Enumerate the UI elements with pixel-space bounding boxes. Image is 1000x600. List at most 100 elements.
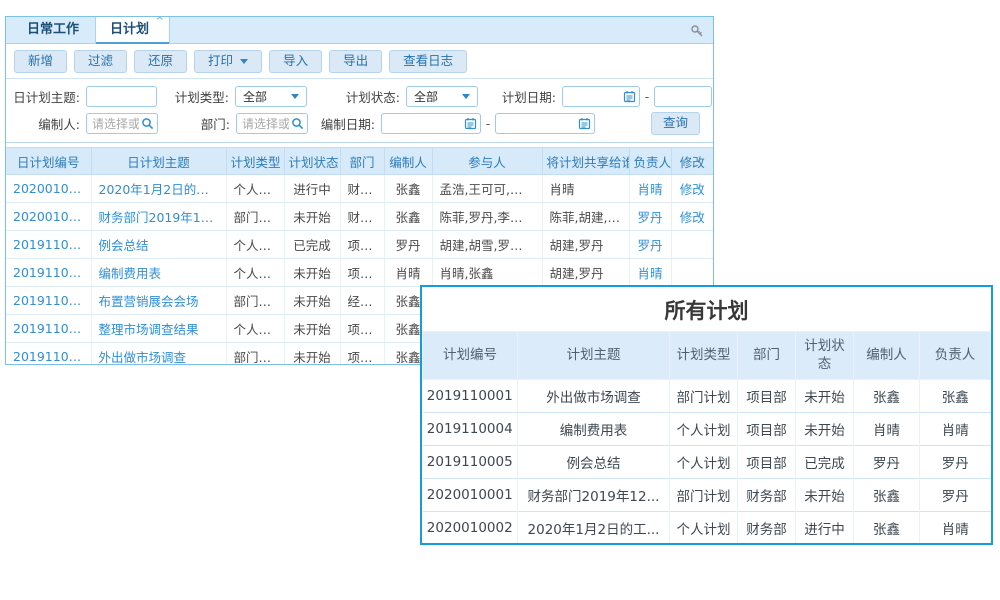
- cell-plan-id: 2019110004: [423, 413, 518, 446]
- cell-owner-link[interactable]: 罗丹: [629, 203, 671, 231]
- cell-plan-type: 个人计划: [226, 231, 284, 259]
- column-header-creator: 编制人: [384, 148, 432, 175]
- plan-status-select[interactable]: 全部: [406, 86, 478, 107]
- table-header-row: 计划编号 计划主题 计划类型 部门 计划状态 编制人 负责人: [423, 332, 991, 380]
- column-header-plan-type: 计划类型: [226, 148, 284, 175]
- import-button[interactable]: 导入: [269, 50, 322, 73]
- cell-plan-status: 未开始: [284, 203, 340, 231]
- chevron-down-icon: [462, 94, 470, 99]
- cell-department: 项目部: [738, 446, 796, 479]
- print-button-label: 打印: [208, 54, 233, 69]
- cell-plan-type: 个人计划: [670, 512, 738, 545]
- cell-plan-subject-link[interactable]: 财务部门2019年12月的...: [91, 203, 226, 231]
- view-log-button[interactable]: 查看日志: [389, 50, 467, 73]
- column-header-plan-id: 计划编号: [423, 332, 518, 380]
- cell-owner: 肖晴: [920, 512, 991, 545]
- cell-department: 项目部: [340, 259, 384, 287]
- plan-date-end-input[interactable]: [655, 90, 711, 104]
- cell-plan-type: 个人计划: [670, 413, 738, 446]
- cell-plan-subject-link[interactable]: 布置营销展会会场: [91, 287, 226, 315]
- cell-creator: 张鑫: [854, 479, 920, 512]
- cell-plan-id-link[interactable]: 2019110002: [6, 315, 91, 343]
- search-icon[interactable]: [141, 117, 154, 133]
- cell-creator: 肖晴: [384, 259, 432, 287]
- search-icon[interactable]: [291, 117, 304, 133]
- all-plans-report: 所有计划 计划编号 计划主题 计划类型 部门 计划状态 编制人 负责人 2019…: [420, 285, 993, 545]
- cell-plan-subject: 编制费用表: [518, 413, 670, 446]
- cell-plan-id: 2019110001: [423, 380, 518, 413]
- cell-plan-subject: 外出做市场调查: [518, 380, 670, 413]
- table-row: 2020010001 财务部门2019年12月的... 部门计划 未开始 财务部…: [6, 203, 713, 231]
- print-button[interactable]: 打印: [194, 50, 262, 73]
- cell-plan-subject-link[interactable]: 外出做市场调查: [91, 343, 226, 366]
- column-header-owner: 负责人: [920, 332, 991, 380]
- cell-plan-id-link[interactable]: 2019110005: [6, 231, 91, 259]
- subject-label: 日计划主题:: [6, 87, 86, 106]
- cell-modify-link[interactable]: [671, 231, 713, 259]
- subject-input[interactable]: [87, 90, 156, 104]
- cell-plan-status: 未开始: [284, 343, 340, 366]
- cell-department: 项目部: [340, 315, 384, 343]
- cell-plan-type: 个人计划: [670, 446, 738, 479]
- plan-status-value: 全部: [414, 88, 438, 105]
- tab-daily-work[interactable]: 日常工作: [11, 16, 95, 43]
- calendar-icon[interactable]: [578, 117, 591, 133]
- cell-plan-type: 个人计划: [226, 315, 284, 343]
- cell-plan-status: 已完成: [284, 231, 340, 259]
- column-header-department: 部门: [340, 148, 384, 175]
- plan-date-end-field[interactable]: [654, 86, 712, 107]
- cell-plan-id-link[interactable]: 2020010002: [6, 175, 91, 203]
- cell-department: 财务部: [738, 479, 796, 512]
- calendar-icon[interactable]: [623, 90, 636, 106]
- export-button[interactable]: 导出: [329, 50, 382, 73]
- cell-plan-type: 部门计划: [226, 343, 284, 366]
- cell-plan-status: 未开始: [284, 287, 340, 315]
- table-row: 2019110005 例会总结 个人计划 项目部 已完成 罗丹 罗丹: [423, 446, 991, 479]
- close-icon[interactable]: ×: [156, 16, 164, 23]
- tab-daily-plan[interactable]: 日计划 ×: [95, 16, 170, 44]
- cell-participants: 肖晴,张鑫: [432, 259, 542, 287]
- cell-owner-link[interactable]: 罗丹: [629, 231, 671, 259]
- cell-plan-status: 进行中: [284, 175, 340, 203]
- calendar-icon[interactable]: [464, 117, 477, 133]
- table-row: 2020010002 2020年1月2日的工作日... 个人计划 进行中 财务部…: [6, 175, 713, 203]
- cell-creator: 罗丹: [384, 231, 432, 259]
- cell-plan-id-link[interactable]: 2019110001: [6, 343, 91, 366]
- table-row: 2019110004 编制费用表 个人计划 未开始 项目部 肖晴 肖晴,张鑫 胡…: [6, 259, 713, 287]
- cell-owner: 罗丹: [920, 446, 991, 479]
- tab-bar: 日常工作 日计划 ×: [6, 17, 713, 44]
- cell-plan-subject-link[interactable]: 编制费用表: [91, 259, 226, 287]
- cell-plan-id-link[interactable]: 2019110004: [6, 259, 91, 287]
- cell-modify-link[interactable]: 修改: [671, 203, 713, 231]
- create-date-start-field[interactable]: [381, 113, 481, 134]
- cell-modify-link[interactable]: 修改: [671, 175, 713, 203]
- plan-date-start-field[interactable]: [562, 86, 640, 107]
- cell-plan-subject-link[interactable]: 整理市场调查结果: [91, 315, 226, 343]
- table-row: 2019110005 例会总结 个人计划 已完成 项目部 罗丹 胡建,胡雪,罗丹…: [6, 231, 713, 259]
- column-header-creator: 编制人: [854, 332, 920, 380]
- cell-owner-link[interactable]: 肖晴: [629, 259, 671, 287]
- cell-creator: 张鑫: [384, 203, 432, 231]
- restore-button[interactable]: 还原: [134, 50, 187, 73]
- add-button[interactable]: 新增: [14, 50, 67, 73]
- cell-modify-link[interactable]: [671, 259, 713, 287]
- cell-plan-subject-link[interactable]: 例会总结: [91, 231, 226, 259]
- cell-plan-subject-link[interactable]: 2020年1月2日的工作日...: [91, 175, 226, 203]
- create-date-end-field[interactable]: [495, 113, 595, 134]
- filter-button[interactable]: 过滤: [74, 50, 127, 73]
- cell-owner-link[interactable]: 肖晴: [629, 175, 671, 203]
- cell-plan-id-link[interactable]: 2019110003: [6, 287, 91, 315]
- cell-plan-id-link[interactable]: 2020010001: [6, 203, 91, 231]
- column-header-participants: 参与人: [432, 148, 542, 175]
- cell-plan-subject: 2020年1月2日的工...: [518, 512, 670, 545]
- cell-participants: 孟浩,王可可,肖晴,张鑫: [432, 175, 542, 203]
- dept-field-wrap: [236, 113, 308, 134]
- plan-type-select[interactable]: 全部: [235, 86, 307, 107]
- cell-department: 项目部: [738, 380, 796, 413]
- query-button[interactable]: 查询: [651, 112, 700, 135]
- key-icon[interactable]: [690, 23, 704, 42]
- cell-owner: 罗丹: [920, 479, 991, 512]
- cell-plan-type: 部门计划: [670, 380, 738, 413]
- plan-date-label: 计划日期:: [478, 87, 562, 106]
- cell-department: 财务部: [340, 203, 384, 231]
